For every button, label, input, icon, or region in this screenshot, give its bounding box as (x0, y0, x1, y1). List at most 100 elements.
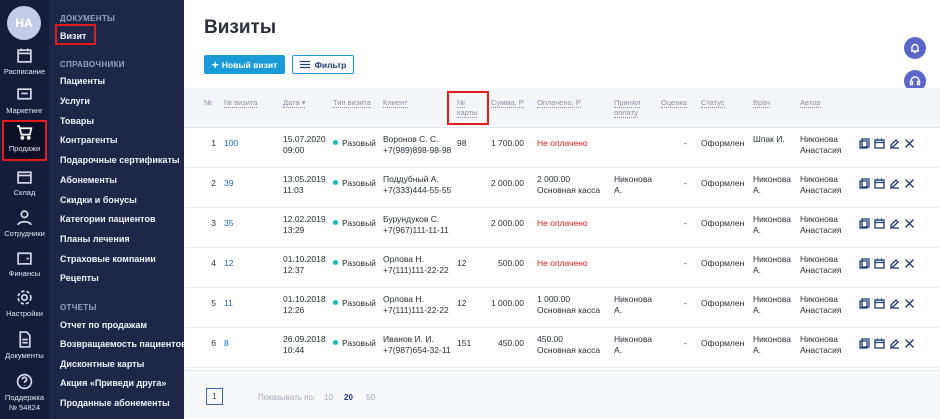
cell-visit-link[interactable]: 35 (224, 218, 233, 229)
calendar-icon[interactable] (874, 258, 885, 269)
cell-visit-link[interactable]: 11 (224, 298, 233, 309)
table-row[interactable]: 5 11 01.10.2018 12:26 Разовый Орлова Н. +7(111… (184, 288, 940, 328)
cell-client-name[interactable]: Орлова Н. (383, 254, 424, 265)
col-doctor[interactable]: Врач (753, 98, 771, 108)
calendar-icon (17, 48, 32, 63)
calendar-icon[interactable] (874, 338, 885, 349)
copy-icon[interactable] (859, 178, 870, 189)
col-author[interactable]: Автор (800, 98, 821, 108)
submenu-item-insurance[interactable]: Страховые компании (60, 254, 156, 264)
submenu-item-sales-report[interactable]: Отчет по продажам (60, 320, 147, 330)
submenu-item-gift-certificates[interactable]: Подарочные сертификаты (60, 155, 180, 165)
cell-client-name[interactable]: Орлова Н. (383, 294, 424, 305)
table-row[interactable]: 2 39 13.05.2019 11:03 Разовый Поддубный А. +7(… (184, 168, 940, 208)
edit-icon[interactable] (889, 258, 900, 269)
nav-marketing[interactable]: Маркетинг (0, 84, 49, 122)
close-icon[interactable] (904, 298, 915, 309)
col-paid[interactable]: Оплачено, Р (537, 98, 581, 108)
table-row[interactable]: 1 100 15.07.2020 09:00 Разовый Воронов С. С. +… (184, 128, 940, 168)
copy-icon[interactable] (859, 138, 870, 149)
cell-visit-link[interactable]: 12 (224, 258, 233, 269)
avatar[interactable]: НА (7, 6, 41, 40)
submenu-item-subscriptions[interactable]: Абонементы (60, 175, 117, 185)
submenu-item-counterparties[interactable]: Контрагенты (60, 135, 118, 145)
page-number-button[interactable]: 1 (206, 388, 223, 405)
nav-staff[interactable]: Сотрудники (0, 207, 49, 245)
nav-schedule[interactable]: Расписание (0, 45, 49, 83)
col-date-label: Дата ▾ (283, 98, 306, 108)
submenu-item-prescriptions[interactable]: Рецепты (60, 273, 99, 283)
cell-time: 12:37 (283, 265, 305, 275)
cell-client-name[interactable]: Воронов С. С. (383, 134, 439, 145)
cell-client-name[interactable]: Поддубный А. (383, 174, 439, 185)
nav-documents[interactable]: Документы (0, 329, 49, 367)
col-visit-no[interactable]: № визита (224, 98, 258, 108)
col-client[interactable]: Клиент (383, 98, 408, 108)
close-icon[interactable] (904, 178, 915, 189)
submenu-item-referral-promo[interactable]: Акция «Приведи друга» (60, 378, 166, 388)
cell-time: 11:03 (283, 185, 304, 195)
close-icon[interactable] (904, 338, 915, 349)
col-status[interactable]: Статус (701, 98, 725, 108)
nav-warehouse[interactable]: Склад (0, 166, 49, 204)
cell-visit-link[interactable]: 8 (224, 338, 229, 349)
submenu-item-patients[interactable]: Пациенты (60, 76, 105, 86)
cell-status: Оформлен (701, 338, 745, 348)
cell-visit-link[interactable]: 39 (224, 178, 233, 189)
new-visit-button[interactable]: + Новый визит (204, 55, 285, 74)
edit-icon[interactable] (889, 138, 900, 149)
nav-sales[interactable]: Продажи (2, 120, 47, 161)
cell-author: Никонова (800, 134, 838, 144)
edit-icon[interactable] (889, 218, 900, 229)
submenu-item-discount-cards[interactable]: Дисконтные карты (60, 359, 144, 369)
submenu-item-services[interactable]: Услуги (60, 96, 90, 106)
submenu-item-patient-categories[interactable]: Категории пациентов (60, 214, 155, 224)
calendar-icon[interactable] (874, 298, 885, 309)
calendar-icon[interactable] (874, 218, 885, 229)
submenu-item-treatment-plans[interactable]: Планы лечения (60, 234, 130, 244)
col-accepted[interactable]: Принял оплату (614, 98, 654, 118)
col-type[interactable]: Тип визита (333, 98, 373, 108)
copy-icon[interactable] (859, 258, 870, 269)
nav-support[interactable]: Поддержка № 54824 (0, 371, 49, 419)
edit-icon[interactable] (889, 338, 900, 349)
col-sum[interactable]: Сумма, Р (491, 98, 524, 108)
table-row[interactable]: 3 35 12.02.2019 13:29 Разовый Бурундуков С. +7… (184, 208, 940, 248)
nav-finance[interactable]: Финансы (0, 247, 49, 285)
edit-icon[interactable] (889, 178, 900, 189)
copy-icon[interactable] (859, 338, 870, 349)
submenu-item-goods[interactable]: Товары (60, 116, 94, 126)
notifications-button[interactable] (904, 37, 926, 59)
cell-client-name[interactable]: Иванов И. И. (383, 334, 434, 345)
filter-button[interactable]: Фильтр (292, 55, 354, 74)
filter-icon (299, 60, 310, 69)
nav-settings[interactable]: Настройки (0, 287, 49, 325)
cell-sum: 450.00 (498, 338, 524, 348)
cell-client-name[interactable]: Бурундуков С. (383, 214, 439, 225)
page-size-label: Показывать по: (258, 393, 316, 402)
cell-visit-type-label: Разовый (342, 338, 376, 348)
close-icon[interactable] (904, 218, 915, 229)
copy-icon[interactable] (859, 298, 870, 309)
main-content: Визиты + Новый визит Фильтр № № визита Д… (184, 0, 940, 419)
table-row[interactable]: 6 8 26.09.2018 10:44 Разовый Иванов И. И. +7(9… (184, 328, 940, 368)
submenu-item-patient-return[interactable]: Возвращаемость пациентов (60, 339, 187, 349)
cell-visit-link[interactable]: 100 (224, 138, 238, 149)
cell-doctor: Никонова (753, 254, 791, 264)
close-icon[interactable] (904, 138, 915, 149)
cell-card-number: 151 (457, 338, 472, 348)
col-rating[interactable]: Оценка (661, 98, 687, 108)
edit-icon[interactable] (889, 298, 900, 309)
calendar-icon[interactable] (874, 138, 885, 149)
submenu-item-discounts[interactable]: Скидки и бонусы (60, 195, 137, 205)
calendar-icon[interactable] (874, 178, 885, 189)
copy-icon[interactable] (859, 218, 870, 229)
submenu-item-sold-subscriptions[interactable]: Проданные абонементы (60, 398, 170, 408)
close-icon[interactable] (904, 258, 915, 269)
page-size-50[interactable]: 50 (366, 393, 375, 402)
nav-support-label: Поддержка (4, 393, 45, 402)
table-row[interactable]: 4 12 01.10.2018 12:37 Разовый Орлова Н. +7(111… (184, 248, 940, 288)
page-size-10[interactable]: 10 (324, 393, 333, 402)
page-size-20[interactable]: 20 (344, 393, 353, 402)
col-date[interactable]: Дата ▾ (283, 98, 306, 108)
